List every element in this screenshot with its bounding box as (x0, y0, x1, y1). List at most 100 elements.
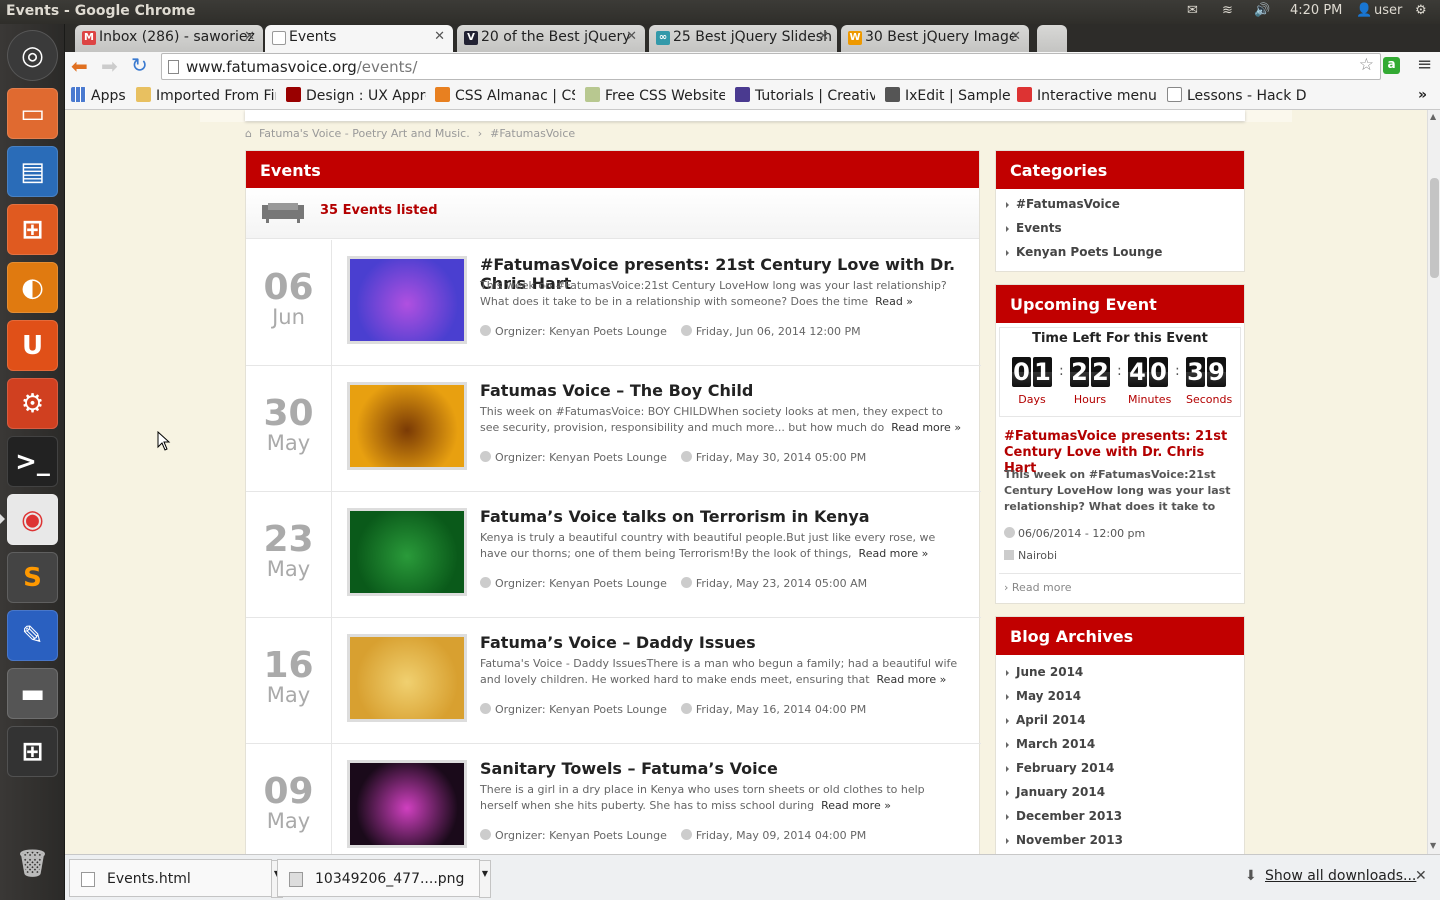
firefox-icon[interactable]: ◐ (7, 262, 58, 313)
image-file-icon (289, 872, 303, 887)
archive-link[interactable]: November 2013 (1004, 833, 1244, 854)
chrome-icon[interactable]: ◉ (7, 494, 58, 545)
wifi-icon[interactable]: ≋ (1222, 3, 1233, 18)
archive-link[interactable]: February 2014 (1004, 761, 1244, 785)
event-title[interactable]: Fatuma’s Voice – Daddy Issues (480, 633, 756, 652)
ubuntu-one-icon[interactable]: U (7, 320, 58, 371)
link-site-icon: ∞ (656, 31, 670, 45)
event-meta: Orgnizer: Kenyan Poets Lounge Friday, Ju… (480, 325, 861, 338)
category-link[interactable]: Events (1004, 221, 1244, 245)
close-icon[interactable]: ✕ (1415, 868, 1427, 884)
event-title[interactable]: Fatuma’s Voice talks on Terrorism in Ken… (480, 507, 870, 526)
download-item[interactable]: Events.html ▼ (69, 859, 283, 898)
event-day: 06 (263, 267, 314, 308)
reload-icon[interactable]: ↻ (131, 53, 148, 77)
archive-link[interactable]: June 2014 (1004, 665, 1244, 689)
tab-jquery-best[interactable]: V 20 of the Best jQuery ✕ (457, 25, 645, 52)
event-read-more[interactable]: Read more » (891, 421, 961, 434)
download-item[interactable]: 10349206_477....png ▼ (277, 859, 491, 898)
bookmark-imported[interactable]: Imported From Fir (136, 87, 276, 104)
settings-gear-icon[interactable]: ⚙ (1415, 3, 1427, 18)
trash-icon[interactable]: 🗑 (7, 838, 58, 889)
event-read-more[interactable]: Read more » (821, 799, 891, 812)
breadcrumb-current[interactable]: #FatumasVoice (490, 127, 575, 140)
bookmark-design-ux[interactable]: Design : UX Apprec (286, 87, 426, 104)
archive-link[interactable]: January 2014 (1004, 785, 1244, 809)
event-organizer: Orgnizer: Kenyan Poets Lounge (495, 829, 667, 842)
bookmark-interactive-menu[interactable]: Interactive menu v (1017, 87, 1157, 104)
clock[interactable]: 4:20 PM (1290, 3, 1342, 18)
dash-home-icon[interactable]: ◎ (7, 30, 58, 81)
event-date: 23 May (246, 492, 332, 618)
browser-toolbar: ⬅ ➡ ↻ www.fatumasvoice.org/events/ ☆ a ≡ (65, 52, 1440, 82)
bookmark-star-icon[interactable]: ☆ (1359, 55, 1374, 75)
event-read-more[interactable]: Read more » (877, 673, 947, 686)
bookmark-hack-design[interactable]: Lessons - Hack Des (1167, 87, 1307, 104)
close-icon[interactable]: ✕ (1010, 29, 1021, 44)
archive-link[interactable]: April 2014 (1004, 713, 1244, 737)
bookmark-tutorials[interactable]: Tutorials | Creative (735, 87, 875, 104)
bookmark-apps[interactable]: Apps (71, 87, 126, 104)
tab-inbox[interactable]: M Inbox (286) - saworiez ✕ (75, 25, 263, 52)
show-all-downloads-link[interactable]: Show all downloads... (1265, 868, 1416, 884)
launcher: ◎ ▭ ▤ ⊞ ◐ U ⚙ >_ ◉ S ✎ ▬ ⊞ 🗑 (0, 24, 65, 900)
close-icon[interactable]: ✕ (626, 29, 637, 44)
back-arrow-icon[interactable]: ⬅ (71, 54, 88, 78)
forward-arrow-icon[interactable]: ➡ (101, 54, 118, 78)
css-site-icon (585, 87, 600, 102)
writer-icon[interactable]: ▤ (7, 146, 58, 197)
home-icon[interactable]: ⌂ (245, 127, 252, 140)
bookmark-ixedit[interactable]: IxEdit | Samples (885, 87, 1010, 104)
archive-link[interactable]: December 2013 (1004, 809, 1244, 833)
software-center-icon[interactable]: ⊞ (7, 204, 58, 255)
event-thumbnail[interactable] (347, 508, 467, 596)
close-icon[interactable]: ✕ (244, 29, 255, 44)
system-settings-icon[interactable]: ⚙ (7, 378, 58, 429)
address-bar[interactable]: www.fatumasvoice.org/events/ ☆ (161, 53, 1381, 80)
new-tab-button[interactable] (1037, 25, 1067, 52)
archive-link[interactable]: March 2014 (1004, 737, 1244, 761)
user-name[interactable]: user (1374, 3, 1402, 18)
sublime-icon[interactable]: S (7, 552, 58, 603)
event-read-more[interactable]: Read more » (859, 547, 929, 560)
tab-jquery-image[interactable]: W 30 Best jQuery Image ✕ (841, 25, 1029, 52)
upcoming-heading: Upcoming Event (996, 285, 1244, 323)
event-excerpt: Fatuma's Voice - Daddy IssuesThere is a … (480, 656, 965, 688)
dropdown-arrow-icon[interactable]: ▼ (479, 860, 491, 898)
event-thumbnail[interactable] (347, 256, 467, 344)
event-thumbnail[interactable] (347, 760, 467, 848)
workspace-switcher-icon[interactable]: ⊞ (7, 726, 58, 777)
scroll-up-icon[interactable]: ▲ (1430, 112, 1436, 121)
scrollbar-thumb[interactable] (1430, 178, 1439, 278)
mail-icon[interactable]: ✉ (1187, 3, 1198, 18)
tab-events[interactable]: Events ✕ (265, 25, 453, 52)
event-read-more[interactable]: Read » (875, 295, 913, 308)
bookmark-free-css[interactable]: Free CSS Website T (585, 87, 725, 104)
volume-icon[interactable]: 🔊 (1254, 3, 1270, 18)
close-icon[interactable]: ✕ (434, 29, 445, 44)
category-link[interactable]: Kenyan Poets Lounge (1004, 245, 1244, 269)
disk-icon[interactable]: ▬ (7, 668, 58, 719)
event-item: 06 Jun #FatumasVoice presents: 21st Cent… (246, 240, 981, 366)
event-thumbnail[interactable] (347, 634, 467, 722)
scroll-down-icon[interactable]: ▼ (1430, 841, 1436, 850)
extension-icon[interactable]: a (1383, 57, 1400, 74)
event-thumbnail[interactable] (347, 382, 467, 470)
category-link[interactable]: #FatumasVoice (1004, 197, 1244, 221)
archive-link[interactable]: May 2014 (1004, 689, 1244, 713)
tab-jquery-slideshow[interactable]: ∞ 25 Best jQuery Slidesh ✕ (649, 25, 837, 52)
user-icon[interactable]: 👤 (1356, 3, 1372, 18)
editor-icon[interactable]: ✎ (7, 610, 58, 661)
event-datetime: Friday, Jun 06, 2014 12:00 PM (695, 325, 861, 338)
close-icon[interactable]: ✕ (818, 29, 829, 44)
breadcrumb-home-link[interactable]: Fatuma's Voice - Poetry Art and Music. (259, 127, 470, 140)
event-title[interactable]: Fatumas Voice – The Boy Child (480, 381, 753, 400)
event-title[interactable]: Sanitary Towels – Fatuma’s Voice (480, 759, 778, 778)
bookmark-css-almanac[interactable]: CSS Almanac | CSS- (435, 87, 575, 104)
read-more-link[interactable]: › Read more (1004, 581, 1072, 594)
menu-icon[interactable]: ≡ (1417, 54, 1432, 75)
terminal-icon[interactable]: >_ (7, 436, 58, 487)
files-icon[interactable]: ▭ (7, 88, 58, 139)
page-scrollbar[interactable]: ▲ ▼ (1427, 110, 1440, 854)
bookmarks-overflow-icon[interactable]: » (1418, 87, 1427, 103)
